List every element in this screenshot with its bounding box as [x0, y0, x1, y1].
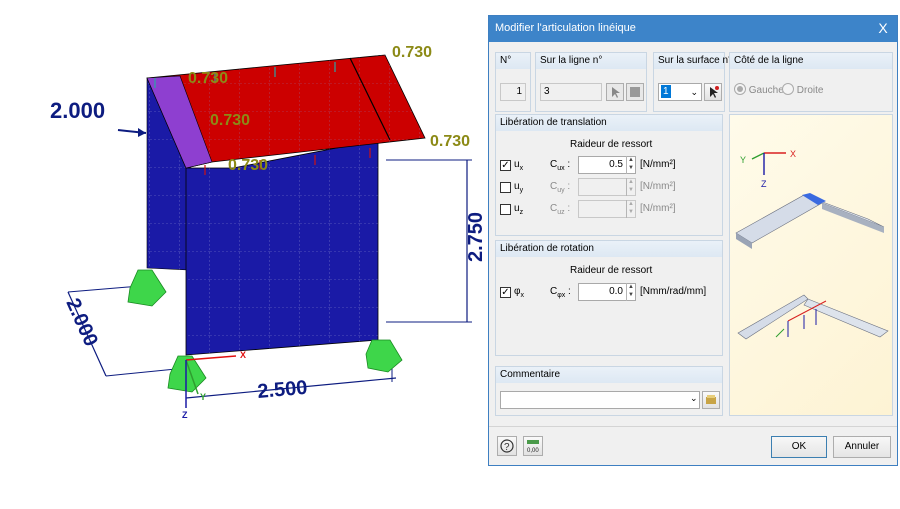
- ok-button[interactable]: OK: [771, 436, 827, 458]
- hinge-label-2: 0.730: [188, 70, 228, 87]
- number-field: 1: [500, 83, 526, 101]
- height-dimension: 2.750: [465, 212, 487, 262]
- close-button[interactable]: X: [873, 18, 893, 38]
- cuz-unit: [N/mm²]: [640, 203, 676, 214]
- help-button[interactable]: ?: [497, 436, 517, 456]
- chevron-down-icon: ⌄: [690, 87, 698, 97]
- cuy-label: Cuy :: [550, 181, 571, 194]
- preview-axis-z: Z: [761, 179, 767, 189]
- preview-panel: X Y Z: [729, 114, 893, 416]
- translation-title: Libération de translation: [500, 117, 607, 128]
- svg-text:0,00: 0,00: [527, 448, 539, 454]
- cphix-unit: [Nmm/rad/mm]: [640, 286, 707, 297]
- line-label: Sur la ligne n°: [540, 55, 603, 66]
- group-surface: Sur la surface n° 1 ⌄: [653, 52, 732, 112]
- cphix-input[interactable]: 0.0 ▲ ▼: [578, 283, 636, 301]
- uy-label: uy: [514, 181, 524, 194]
- line-input[interactable]: 3: [540, 83, 602, 101]
- chevron-down-icon[interactable]: ⌄: [690, 393, 698, 404]
- uz-label: uz: [514, 203, 524, 216]
- cuz-spinner: ▲ ▼: [626, 200, 635, 218]
- decimals-icon: 0,00: [527, 440, 539, 454]
- group-number: N° 1: [495, 52, 531, 112]
- cuy-unit: [N/mm²]: [640, 181, 676, 192]
- hinge-label-3: 0.730: [210, 112, 250, 129]
- model-view[interactable]: 0.730 0.730 0.730 0.730 0.730 2.000 2.75…: [0, 0, 488, 509]
- comment-select[interactable]: [500, 391, 700, 409]
- group-rotation-release: Libération de rotation Raideur de ressor…: [495, 240, 723, 356]
- line-list-button[interactable]: [626, 83, 644, 101]
- comment-title: Commentaire: [500, 369, 561, 380]
- cursor-pick-icon: [710, 86, 719, 98]
- preview-axis-x: X: [790, 149, 796, 159]
- radio-right[interactable]: Droite: [782, 83, 823, 96]
- radio-left[interactable]: Gauche: [734, 83, 784, 96]
- hinge-label-1: 0.730: [392, 44, 432, 61]
- svg-text:?: ?: [504, 442, 510, 453]
- pick-surface-button[interactable]: [704, 83, 722, 101]
- uy-checkbox[interactable]: [500, 182, 511, 193]
- hinge-preview-illustration: X Y Z: [735, 149, 889, 340]
- line-side-label: Côté de la ligne: [734, 55, 804, 66]
- depth-dimension: 2.000: [61, 295, 101, 350]
- comment-library-button[interactable]: [702, 391, 720, 409]
- roof-width-dimension: 2.000: [50, 98, 105, 123]
- cux-label: Cux :: [550, 159, 571, 172]
- axis-x-label: X: [240, 350, 246, 360]
- ux-label: ux: [514, 159, 524, 172]
- units-decimals-button[interactable]: 0,00: [523, 436, 543, 456]
- cux-spinner[interactable]: ▲ ▼: [626, 156, 635, 174]
- radio-right-label: Droite: [796, 85, 824, 96]
- surface-select[interactable]: 1 ⌄: [658, 83, 702, 101]
- cuy-spinner: ▲ ▼: [626, 178, 635, 196]
- cphix-label: Cφx :: [550, 286, 571, 299]
- hinge-label-4: 0.730: [228, 157, 268, 174]
- uz-checkbox[interactable]: [500, 204, 511, 215]
- axis-z-label: Z: [182, 410, 188, 420]
- group-comment: Commentaire ⌄: [495, 366, 723, 416]
- dialog-title: Modifier l'articulation linéique: [495, 22, 636, 34]
- hinge-label-5: 0.730: [430, 133, 470, 150]
- rotation-title: Libération de rotation: [500, 243, 594, 254]
- support-back[interactable]: [127, 269, 167, 307]
- number-label: N°: [500, 55, 512, 66]
- edit-line-hinge-dialog[interactable]: Modifier l'articulation linéique X N° 1 …: [488, 15, 898, 466]
- phix-checkbox[interactable]: ✓: [500, 287, 511, 298]
- ux-checkbox[interactable]: ✓: [500, 160, 511, 171]
- footer-separator: [489, 426, 897, 427]
- dialog-titlebar[interactable]: Modifier l'articulation linéique X: [489, 16, 897, 42]
- cuz-input: ▲ ▼: [578, 200, 636, 218]
- cursor-pick-icon: [612, 87, 620, 98]
- surface-label: Sur la surface n°: [658, 55, 733, 66]
- cux-input[interactable]: 0.5 ▲ ▼: [578, 156, 636, 174]
- pick-line-button[interactable]: [606, 83, 624, 101]
- radio-left-label: Gauche: [748, 85, 784, 96]
- cphix-spinner[interactable]: ▲ ▼: [626, 283, 635, 301]
- phix-label: φx: [514, 286, 524, 299]
- surface-value: 1: [661, 85, 671, 98]
- preview-axis-y: Y: [740, 155, 746, 165]
- cancel-button[interactable]: Annuler: [833, 436, 891, 458]
- cuz-label: Cuz :: [550, 203, 571, 216]
- group-line: Sur la ligne n° 3: [535, 52, 647, 112]
- group-translation-release: Libération de translation Raideur de res…: [495, 114, 723, 236]
- list-icon: [630, 87, 640, 97]
- width-dimension: 2.500: [257, 377, 309, 403]
- cuy-input: ▲ ▼: [578, 178, 636, 196]
- support-front-right[interactable]: [365, 339, 403, 373]
- group-line-side: Côté de la ligne Gauche Droite: [729, 52, 893, 112]
- help-icon: ?: [500, 439, 514, 453]
- translation-spring-header: Raideur de ressort: [570, 139, 653, 150]
- cux-unit: [N/mm²]: [640, 159, 676, 170]
- rotation-spring-header: Raideur de ressort: [570, 265, 653, 276]
- library-icon: [706, 395, 716, 404]
- axis-y-label: Y: [200, 392, 206, 402]
